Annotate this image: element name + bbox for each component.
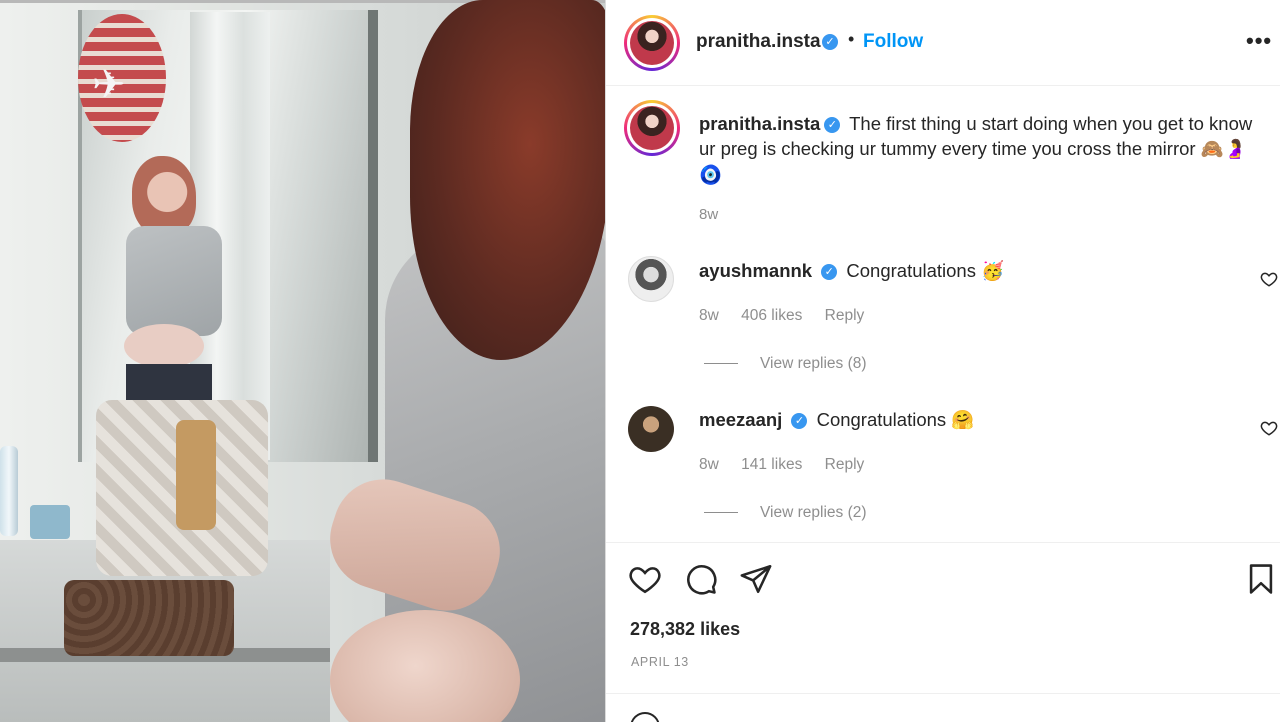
- comment-avatar-ayushmannk[interactable]: [628, 256, 674, 302]
- caption-username[interactable]: pranitha.insta: [699, 113, 820, 134]
- author-username[interactable]: pranitha.insta: [696, 31, 821, 53]
- header-separator: •: [848, 29, 855, 49]
- view-replies-button[interactable]: View replies (2): [704, 504, 867, 522]
- verified-badge-icon: ✓: [791, 413, 808, 430]
- comment-box-divider: [606, 693, 1280, 694]
- view-replies-label: View replies (2): [760, 504, 867, 521]
- comment-emoji: 🥳: [981, 261, 1005, 282]
- comment-icon[interactable]: [684, 562, 718, 596]
- comment-like-heart-icon[interactable]: [1260, 270, 1278, 288]
- view-replies-label: View replies (8): [760, 355, 867, 372]
- replies-dash: [704, 363, 738, 365]
- share-icon[interactable]: [739, 562, 773, 596]
- comment-meta: 8w 141 likes Reply: [699, 456, 882, 474]
- bookmark-icon[interactable]: [1244, 562, 1278, 596]
- more-options-icon[interactable]: •••: [1246, 28, 1272, 54]
- reply-button[interactable]: Reply: [825, 456, 865, 473]
- comment-likes[interactable]: 406 likes: [741, 307, 802, 324]
- comment-likes[interactable]: 141 likes: [741, 456, 802, 473]
- comment-emoji: 🤗: [951, 410, 975, 431]
- follow-button[interactable]: Follow: [863, 31, 923, 53]
- comment-like-heart-icon[interactable]: [1260, 419, 1278, 437]
- likes-count[interactable]: 278,382 likes: [630, 619, 740, 640]
- comment-text: Congratulations: [816, 409, 947, 430]
- photo-box: [30, 505, 70, 539]
- caption-age: 8w: [699, 206, 719, 223]
- reply-button[interactable]: Reply: [825, 307, 865, 324]
- photo-bottle: [0, 446, 18, 536]
- photo-mirror-reflection: [118, 156, 222, 406]
- comment-age: 8w: [699, 307, 719, 324]
- photo-pouch: [64, 580, 234, 656]
- post-header: pranitha.insta ✓ • Follow •••: [606, 0, 1280, 86]
- photo-wall-clock: ✈: [78, 14, 166, 142]
- comment-text: Congratulations: [846, 260, 976, 281]
- post-date: APRIL 13: [631, 655, 689, 669]
- post-caption: pranitha.insta ✓ The first thing u start …: [699, 111, 1259, 188]
- actions-divider: [606, 542, 1280, 543]
- photo-bag-strap: [176, 420, 216, 530]
- photo-person-hair: [410, 0, 605, 360]
- verified-badge-icon: ✓: [822, 34, 838, 50]
- author-avatar[interactable]: [624, 15, 680, 71]
- comment-username[interactable]: meezaanj: [699, 409, 782, 430]
- comment-meezaanj: meezaanj ✓ Congratulations 🤗: [699, 409, 974, 431]
- verified-badge-icon: ✓: [821, 264, 838, 281]
- comment-meta: 8w 406 likes Reply: [699, 307, 882, 325]
- comment-ayushmannk: ayushmannk ✓ Congratulations 🥳: [699, 260, 1004, 282]
- caption-avatar[interactable]: [624, 100, 680, 156]
- post-photo[interactable]: ✈: [0, 0, 605, 722]
- post-sidebar: pranitha.insta ✓ • Follow ••• pranitha.i…: [605, 0, 1280, 722]
- heart-icon[interactable]: [628, 562, 662, 596]
- comment-age: 8w: [699, 456, 719, 473]
- comment-avatar-meezaanj[interactable]: [628, 406, 674, 452]
- verified-badge-icon: ✓: [824, 117, 841, 134]
- airplane-icon: ✈: [92, 62, 126, 108]
- comment-username[interactable]: ayushmannk: [699, 260, 812, 281]
- view-replies-button[interactable]: View replies (8): [704, 355, 867, 373]
- replies-dash: [704, 512, 738, 514]
- emoji-picker-icon[interactable]: [630, 712, 660, 722]
